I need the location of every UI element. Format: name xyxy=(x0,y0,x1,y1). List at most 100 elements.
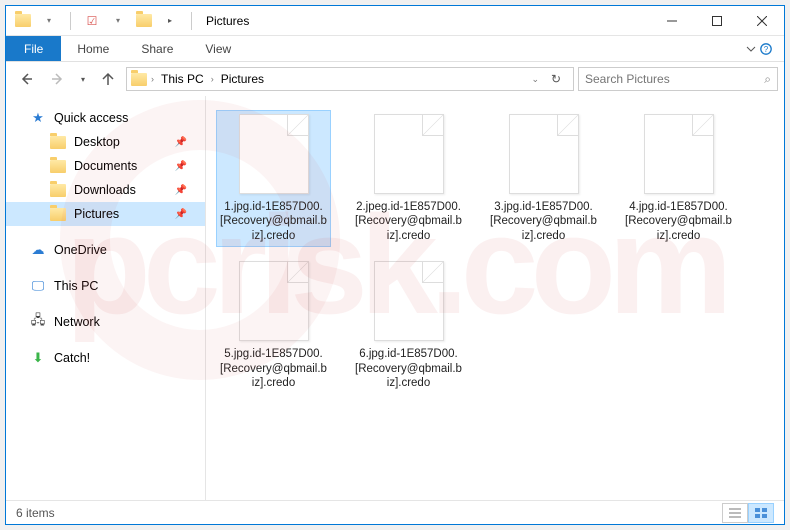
folder-icon xyxy=(50,206,66,222)
tab-view[interactable]: View xyxy=(189,36,247,61)
navigation-pane: ★ Quick access Desktop 📌 Documents 📌 Dow… xyxy=(6,96,206,500)
up-arrow-icon xyxy=(100,71,116,87)
svg-text:?: ? xyxy=(764,45,769,54)
file-icon xyxy=(239,261,309,341)
details-view-icon xyxy=(729,508,741,518)
tree-label: OneDrive xyxy=(54,243,107,257)
pin-icon: 📌 xyxy=(175,137,187,148)
folder-icon xyxy=(50,182,66,198)
sidebar-item-downloads[interactable]: Downloads 📌 xyxy=(6,178,205,202)
qat-dropdown-icon[interactable]: ▾ xyxy=(38,10,60,32)
location-folder-icon xyxy=(131,71,147,87)
ribbon: File Home Share View ? xyxy=(6,36,784,62)
tree-label: Downloads xyxy=(74,183,136,197)
tab-home[interactable]: Home xyxy=(61,36,125,61)
tree-label: Documents xyxy=(74,159,137,173)
tree-label: Network xyxy=(54,315,100,329)
back-arrow-icon xyxy=(18,71,34,87)
catch-icon: ⬇ xyxy=(30,350,46,366)
folder-glyph-icon xyxy=(12,10,34,32)
file-item[interactable]: 1.jpg.id-1E857D00.[Recovery@qbmail.biz].… xyxy=(216,110,331,247)
file-name-label: 6.jpg.id-1E857D00.[Recovery@qbmail.biz].… xyxy=(355,347,462,390)
file-item[interactable]: 4.jpg.id-1E857D00.[Recovery@qbmail.biz].… xyxy=(621,110,736,247)
network-node[interactable]: 🖧 Network xyxy=(6,310,205,334)
tab-share[interactable]: Share xyxy=(125,36,189,61)
sidebar-item-desktop[interactable]: Desktop 📌 xyxy=(6,130,205,154)
search-input[interactable] xyxy=(585,72,764,86)
thispc-node[interactable]: 🖵 This PC xyxy=(6,274,205,298)
qat-dropdown2-icon[interactable]: ▾ xyxy=(107,10,129,32)
recent-dropdown[interactable]: ▾ xyxy=(76,66,90,92)
star-icon: ★ xyxy=(30,110,46,126)
chevron-right-icon[interactable]: › xyxy=(209,74,216,84)
close-button[interactable] xyxy=(739,6,784,35)
properties-icon[interactable]: ☑ xyxy=(81,10,103,32)
file-item[interactable]: 2.jpeg.id-1E857D00.[Recovery@qbmail.biz]… xyxy=(351,110,466,247)
ribbon-expand-button[interactable]: ? xyxy=(734,36,784,61)
address-bar[interactable]: › This PC › Pictures ⌄ ↻ xyxy=(126,67,574,91)
breadcrumb[interactable]: This PC xyxy=(158,72,207,86)
search-icon: ⌕ xyxy=(764,72,771,87)
minimize-icon xyxy=(667,16,677,26)
separator xyxy=(70,12,71,30)
search-box[interactable]: ⌕ xyxy=(578,67,778,91)
sidebar-item-documents[interactable]: Documents 📌 xyxy=(6,154,205,178)
tree-label: Quick access xyxy=(54,111,128,125)
maximize-button[interactable] xyxy=(694,6,739,35)
file-item[interactable]: 5.jpg.id-1E857D00.[Recovery@qbmail.biz].… xyxy=(216,257,331,394)
folder-icon xyxy=(50,134,66,150)
up-button[interactable] xyxy=(94,66,122,92)
file-icon xyxy=(239,114,309,194)
breadcrumb[interactable]: Pictures xyxy=(218,72,267,86)
tree-label: This PC xyxy=(54,279,98,293)
pin-icon: 📌 xyxy=(175,209,187,220)
details-view-button[interactable] xyxy=(722,503,748,523)
file-name-label: 4.jpg.id-1E857D00.[Recovery@qbmail.biz].… xyxy=(625,200,732,243)
item-count-label: 6 items xyxy=(16,506,55,520)
catch-node[interactable]: ⬇ Catch! xyxy=(6,346,205,370)
refresh-button[interactable]: ↻ xyxy=(543,72,569,86)
help-icon[interactable]: ? xyxy=(760,43,772,55)
sidebar-item-pictures[interactable]: Pictures 📌 xyxy=(6,202,205,226)
file-pane[interactable]: 1.jpg.id-1E857D00.[Recovery@qbmail.biz].… xyxy=(206,96,784,500)
file-icon xyxy=(374,261,444,341)
icons-view-button[interactable] xyxy=(748,503,774,523)
cloud-icon: ☁ xyxy=(30,242,46,258)
quick-access-node[interactable]: ★ Quick access xyxy=(6,106,205,130)
chevron-right-icon[interactable]: › xyxy=(149,74,156,84)
network-icon: 🖧 xyxy=(30,314,46,330)
file-menu[interactable]: File xyxy=(6,36,61,61)
close-icon xyxy=(757,16,767,26)
chevron-down-icon xyxy=(746,44,756,54)
forward-arrow-icon xyxy=(50,71,66,87)
address-row: ▾ › This PC › Pictures ⌄ ↻ ⌕ xyxy=(6,62,784,96)
file-name-label: 3.jpg.id-1E857D00.[Recovery@qbmail.biz].… xyxy=(490,200,597,243)
file-icon xyxy=(644,114,714,194)
back-button[interactable] xyxy=(12,66,40,92)
titlebar: ▾ ☑ ▾ ▸ Pictures xyxy=(6,6,784,36)
tree-label: Pictures xyxy=(74,207,119,221)
new-folder-icon[interactable] xyxy=(133,10,155,32)
folder-icon xyxy=(50,158,66,174)
forward-button[interactable] xyxy=(44,66,72,92)
file-icon xyxy=(509,114,579,194)
file-icon xyxy=(374,114,444,194)
file-name-label: 1.jpg.id-1E857D00.[Recovery@qbmail.biz].… xyxy=(220,200,327,243)
maximize-icon xyxy=(712,16,722,26)
explorer-window: ▾ ☑ ▾ ▸ Pictures File Home Share View xyxy=(5,5,785,525)
minimize-button[interactable] xyxy=(649,6,694,35)
monitor-icon: 🖵 xyxy=(30,278,46,294)
file-item[interactable]: 6.jpg.id-1E857D00.[Recovery@qbmail.biz].… xyxy=(351,257,466,394)
separator xyxy=(191,12,192,30)
file-name-label: 5.jpg.id-1E857D00.[Recovery@qbmail.biz].… xyxy=(220,347,327,390)
file-name-label: 2.jpeg.id-1E857D00.[Recovery@qbmail.biz]… xyxy=(355,200,462,243)
window-title: Pictures xyxy=(206,14,249,28)
file-item[interactable]: 3.jpg.id-1E857D00.[Recovery@qbmail.biz].… xyxy=(486,110,601,247)
qat-customize-icon[interactable]: ▸ xyxy=(159,10,181,32)
tree-label: Catch! xyxy=(54,351,90,365)
address-dropdown-icon[interactable]: ⌄ xyxy=(529,74,541,85)
pin-icon: 📌 xyxy=(175,161,187,172)
onedrive-node[interactable]: ☁ OneDrive xyxy=(6,238,205,262)
status-bar: 6 items xyxy=(6,500,784,524)
pin-icon: 📌 xyxy=(175,185,187,196)
